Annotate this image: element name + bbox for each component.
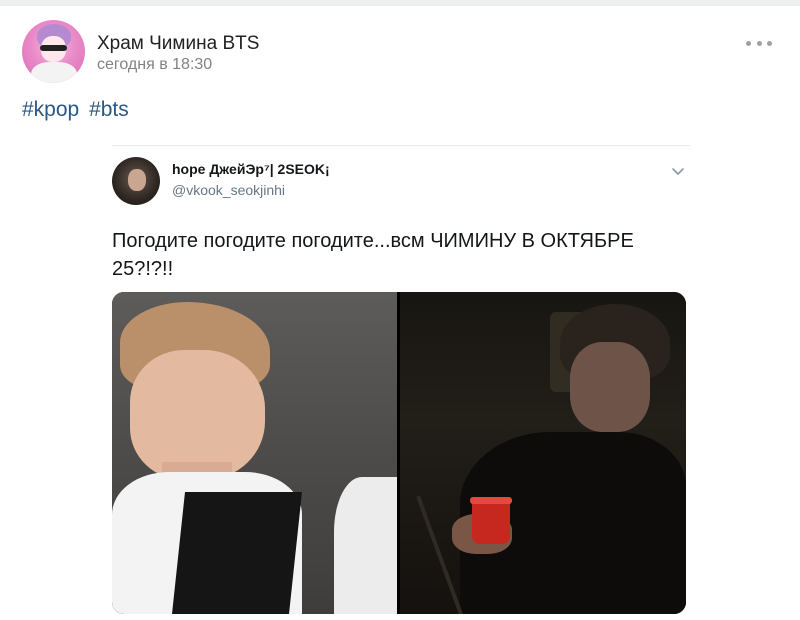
photo-shape (334, 477, 397, 614)
avatar-glasses (40, 45, 67, 51)
tweet-divider (112, 145, 690, 146)
avatar-body (31, 62, 77, 83)
hashtags: #kpop #bts (22, 98, 133, 122)
community-avatar[interactable] (22, 20, 85, 83)
chevron-down-icon (672, 168, 684, 175)
community-name[interactable]: Храм Чимина BTS (97, 33, 259, 55)
photo-shape (172, 492, 302, 614)
photo-shape (470, 497, 512, 504)
hashtag-kpop[interactable]: #kpop (22, 98, 79, 121)
tweet-photo-left[interactable] (112, 292, 397, 614)
tweet-text: Погодите погодите погодите...всм ЧИМИНУ … (112, 230, 634, 280)
dot (746, 40, 751, 46)
tweet-screenshot: hope ДжейЭр⁷| 2SEOK¡ @vkook_seokjinhi По… (112, 145, 690, 620)
hashtag-bts[interactable]: #bts (89, 98, 129, 121)
tweet-photo-right[interactable] (400, 292, 686, 614)
red-cup (472, 500, 510, 544)
tweet-author-name: hope ДжейЭр⁷| 2SEOK¡ (172, 161, 330, 177)
tweet-media (112, 292, 686, 614)
photo-shape (130, 350, 265, 480)
tweet-author-avatar (112, 157, 160, 205)
top-divider (0, 0, 800, 6)
more-dots-icon[interactable] (746, 36, 772, 50)
dot (767, 40, 772, 46)
post-header: Храм Чимина BTS сегодня в 18:30 (22, 20, 782, 84)
tweet-avatar-face (128, 169, 146, 191)
photo-shape (570, 342, 650, 432)
post-time[interactable]: сегодня в 18:30 (97, 56, 212, 74)
tweet-author-handle: @vkook_seokjinhi (172, 182, 286, 198)
dot (756, 40, 762, 46)
